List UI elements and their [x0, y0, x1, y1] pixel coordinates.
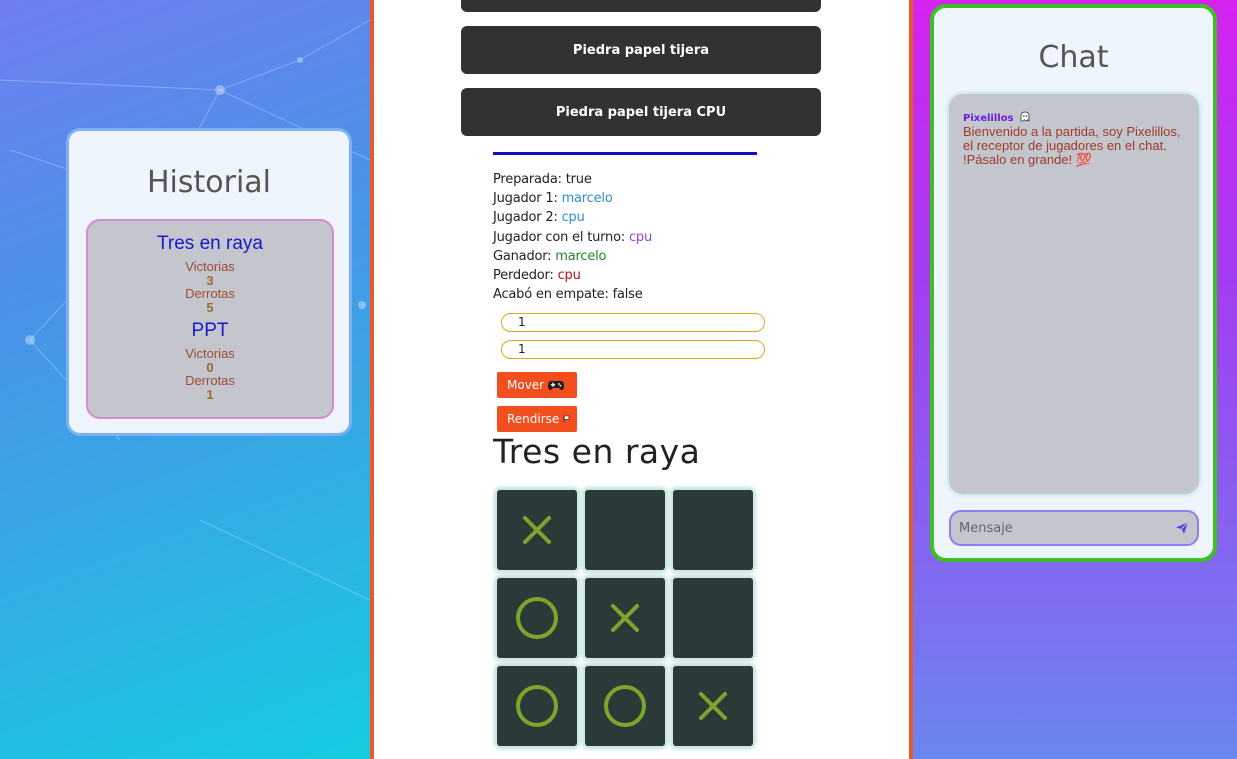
- history-game-name: Tres en raya: [157, 233, 263, 254]
- loser-label: Perdedor:: [493, 268, 554, 283]
- board-cell[interactable]: [583, 664, 667, 748]
- player1-label: Jugador 1:: [493, 191, 558, 206]
- game-panel: Piedra papel tijera Piedra papel tijera …: [370, 0, 913, 759]
- winner-label: Ganador:: [493, 249, 552, 264]
- loser-line: Perdedor: cpu: [493, 268, 581, 283]
- move-button[interactable]: Mover: [497, 372, 577, 398]
- chat-title: Chat: [1038, 40, 1109, 75]
- losses-label: Derrotas: [185, 373, 235, 388]
- right-panel: Chat Pixelillos Bienvenido a la partida,…: [913, 0, 1237, 759]
- player2-line: Jugador 2: cpu: [493, 210, 585, 225]
- chat-messages: Pixelillos Bienvenido a la partida, soy …: [949, 94, 1199, 494]
- draw-line: Acabó en empate: false: [493, 287, 643, 302]
- winner-line: Ganador: marcelo: [493, 249, 606, 264]
- menu-button-partial[interactable]: [461, 0, 821, 12]
- historial-card: Historial Tres en raya Victorias 3 Derro…: [66, 128, 352, 436]
- chat-card: Chat Pixelillos Bienvenido a la partida,…: [930, 4, 1217, 562]
- losses-value: 5: [206, 300, 214, 315]
- o-mark-icon: [516, 597, 558, 639]
- prepared-label: Preparada:: [493, 172, 562, 187]
- ppt-cpu-button[interactable]: Piedra papel tijera CPU: [461, 88, 821, 136]
- draw-value: false: [612, 287, 643, 302]
- player1-line: Jugador 1: marcelo: [493, 191, 613, 206]
- x-mark-icon: [611, 604, 639, 632]
- column-input[interactable]: 1: [501, 340, 765, 359]
- o-mark-icon: [604, 685, 646, 727]
- move-button-label: Mover: [507, 378, 545, 392]
- turn-line: Jugador con el turno: cpu: [493, 230, 652, 245]
- divider: [493, 152, 757, 155]
- prepared-line: Preparada: true: [493, 172, 592, 187]
- history-game-name: PPT: [191, 320, 229, 341]
- o-mark-icon: [516, 685, 558, 727]
- flag-icon: [563, 415, 571, 423]
- chat-message-text: Bienvenido a la partida, soy Pixelillos,…: [963, 124, 1181, 167]
- board-cell[interactable]: [671, 488, 755, 572]
- chat-message-user: Pixelillos: [963, 113, 1014, 124]
- draw-label: Acabó en empate:: [493, 287, 609, 302]
- player2-label: Jugador 2:: [493, 210, 558, 225]
- wins-label: Victorias: [185, 346, 235, 361]
- prepared-value: true: [565, 172, 592, 187]
- player2-value: cpu: [561, 210, 585, 225]
- losses-label: Derrotas: [185, 286, 235, 301]
- surrender-button[interactable]: Rendirse: [497, 406, 577, 432]
- board-cell[interactable]: [671, 664, 755, 748]
- gamepad-icon: [548, 381, 565, 391]
- loser-value: cpu: [557, 268, 581, 283]
- surrender-button-label: Rendirse: [507, 412, 560, 426]
- send-icon[interactable]: [1175, 521, 1189, 535]
- board-title: Tres en raya: [493, 432, 701, 471]
- board-cell[interactable]: [495, 488, 579, 572]
- winner-value: marcelo: [555, 249, 607, 264]
- x-mark-icon: [699, 692, 727, 720]
- left-panel: Historial Tres en raya Victorias 3 Derro…: [0, 0, 370, 759]
- wins-label: Victorias: [185, 259, 235, 274]
- message-input-wrapper: [949, 510, 1199, 546]
- turn-value: cpu: [628, 230, 652, 245]
- ghost-icon: [1020, 111, 1030, 122]
- chat-message: Pixelillos Bienvenido a la partida, soy …: [963, 106, 1185, 167]
- historial-title: Historial: [146, 165, 272, 200]
- historial-stats-box: Tres en raya Victorias 3 Derrotas 5 PPT …: [86, 219, 334, 419]
- player1-value: marcelo: [561, 191, 613, 206]
- message-input[interactable]: [959, 519, 1169, 537]
- board-cell[interactable]: [495, 664, 579, 748]
- board-cell[interactable]: [583, 576, 667, 660]
- board-cell[interactable]: [671, 576, 755, 660]
- board-cell[interactable]: [495, 576, 579, 660]
- row-input[interactable]: 1: [501, 313, 765, 332]
- ppt-button[interactable]: Piedra papel tijera: [461, 26, 821, 74]
- x-mark-icon: [523, 516, 551, 544]
- turn-label: Jugador con el turno:: [493, 230, 626, 245]
- losses-value: 1: [206, 387, 214, 402]
- board-cell[interactable]: [583, 488, 667, 572]
